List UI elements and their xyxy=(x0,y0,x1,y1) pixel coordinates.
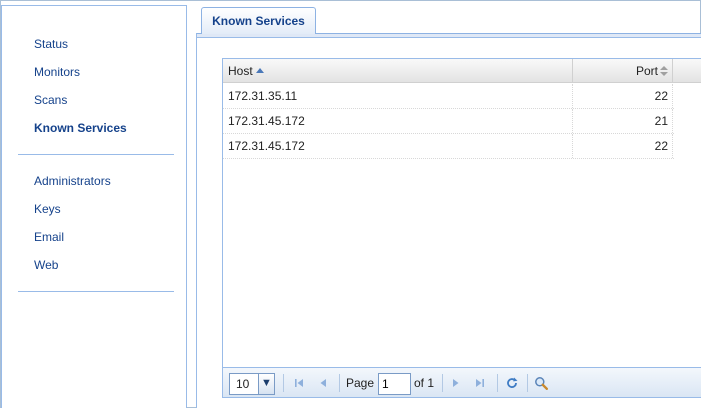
sidebar-item-monitors[interactable]: Monitors xyxy=(18,62,174,90)
sidebar-item-scans[interactable]: Scans xyxy=(18,90,174,118)
table-row[interactable]: 172.31.45.172 21 xyxy=(223,109,674,134)
column-header-port-label: Port xyxy=(635,64,658,78)
grid-header: Host Port xyxy=(223,59,701,83)
last-page-icon[interactable] xyxy=(473,376,487,390)
column-header-host-label: Host xyxy=(228,64,253,78)
host-cell: 172.31.45.172 xyxy=(223,109,573,133)
page-label: Page xyxy=(346,376,375,390)
first-page-icon[interactable] xyxy=(292,376,306,390)
port-cell: 21 xyxy=(573,109,673,133)
sidebar-item-web[interactable]: Web xyxy=(18,255,174,283)
toolbar-separator xyxy=(442,374,443,392)
current-page-input[interactable] xyxy=(378,373,411,395)
sidebar-group-monitoring: Status Monitors Scans Known Services xyxy=(18,34,174,146)
page-total-label: of 1 xyxy=(414,376,435,390)
tab-strip: Known Services xyxy=(196,7,701,34)
sidebar-divider xyxy=(18,291,174,292)
host-cell: 172.31.45.172 xyxy=(223,134,573,158)
host-cell: 172.31.35.11 xyxy=(223,84,573,108)
refresh-icon[interactable] xyxy=(505,376,519,390)
sidebar-divider xyxy=(18,154,174,155)
table-row[interactable]: 172.31.35.11 22 xyxy=(223,84,674,109)
tab-known-services[interactable]: Known Services xyxy=(201,7,316,34)
sidebar: Status Monitors Scans Known Services Adm… xyxy=(1,5,187,408)
chevron-down-icon[interactable]: ▼ xyxy=(258,374,274,394)
sidebar-item-administrators[interactable]: Administrators xyxy=(18,171,174,199)
sidebar-item-known-services[interactable]: Known Services xyxy=(18,118,174,146)
sidebar-item-keys[interactable]: Keys xyxy=(18,199,174,227)
toolbar-separator xyxy=(283,374,284,392)
toolbar-separator xyxy=(339,374,340,392)
sort-ascending-icon xyxy=(255,68,264,73)
known-services-grid: Host Port 172.31.35.11 22 172.31.45.172 … xyxy=(222,58,701,398)
previous-page-icon[interactable] xyxy=(316,376,330,390)
table-row[interactable]: 172.31.45.172 22 xyxy=(223,134,674,159)
sidebar-group-settings: Administrators Keys Email Web xyxy=(18,171,174,283)
column-header-host[interactable]: Host xyxy=(223,59,573,83)
column-header-port[interactable]: Port xyxy=(573,59,673,83)
toolbar-separator xyxy=(527,374,528,392)
port-cell: 22 xyxy=(573,84,673,108)
port-cell: 22 xyxy=(573,134,673,158)
sidebar-item-email[interactable]: Email xyxy=(18,227,174,255)
page-size-value: 10 xyxy=(236,377,250,391)
sidebar-item-status[interactable]: Status xyxy=(18,34,174,62)
toolbar-separator xyxy=(497,374,498,392)
grid-rows: 172.31.35.11 22 172.31.45.172 21 172.31.… xyxy=(223,84,674,159)
search-icon[interactable] xyxy=(534,376,548,390)
paging-toolbar: 10 ▼ Page of 1 xyxy=(223,367,701,397)
page-size-select[interactable]: 10 ▼ xyxy=(229,373,275,395)
next-page-icon[interactable] xyxy=(449,376,463,390)
sort-unsorted-icon xyxy=(660,66,668,76)
